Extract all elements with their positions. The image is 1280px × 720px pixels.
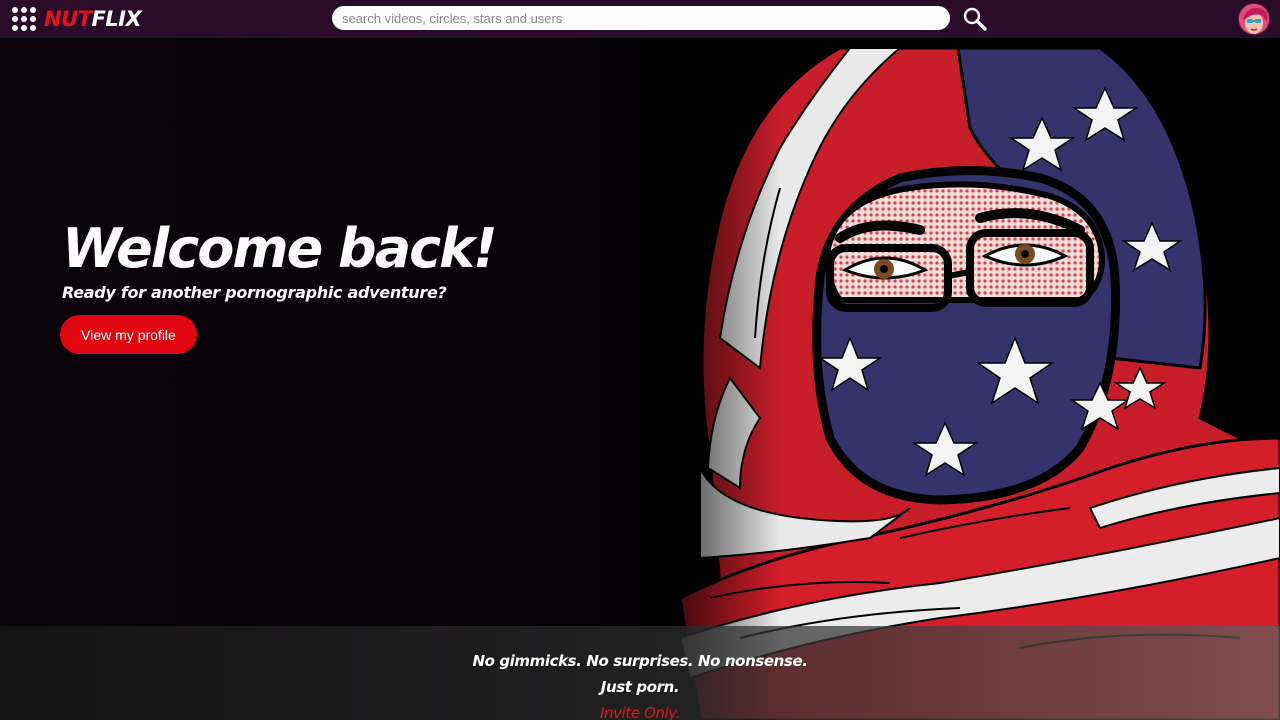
search-input[interactable] (332, 6, 950, 30)
logo-text-nut: NUT (44, 7, 92, 31)
user-avatar[interactable] (1238, 3, 1270, 35)
hero-illustration (640, 38, 1280, 720)
tagline-band: No gimmicks. No surprises. No nonsense. … (0, 626, 1280, 720)
site-logo[interactable]: NUTFLIX (44, 6, 142, 32)
search-icon[interactable] (962, 6, 988, 32)
apps-grid-icon[interactable] (12, 7, 36, 31)
invite-only-link[interactable]: Invite Only. (0, 704, 1280, 720)
welcome-title: Welcome back! (62, 217, 498, 280)
logo-text-flix: FLIX (91, 7, 142, 31)
tagline-line-1: No gimmicks. No surprises. No nonsense. (472, 652, 808, 670)
top-bar: NUTFLIX (0, 0, 1280, 38)
tagline-line-2: Just porn. (600, 678, 680, 696)
page: NUTFLIX search videos, circles, stars an… (0, 0, 1280, 720)
view-profile-button[interactable]: View my profile (60, 315, 197, 354)
welcome-subtitle: Ready for another pornographic adventure… (62, 283, 447, 302)
hero-section: Welcome back! Ready for another pornogra… (0, 38, 1280, 720)
